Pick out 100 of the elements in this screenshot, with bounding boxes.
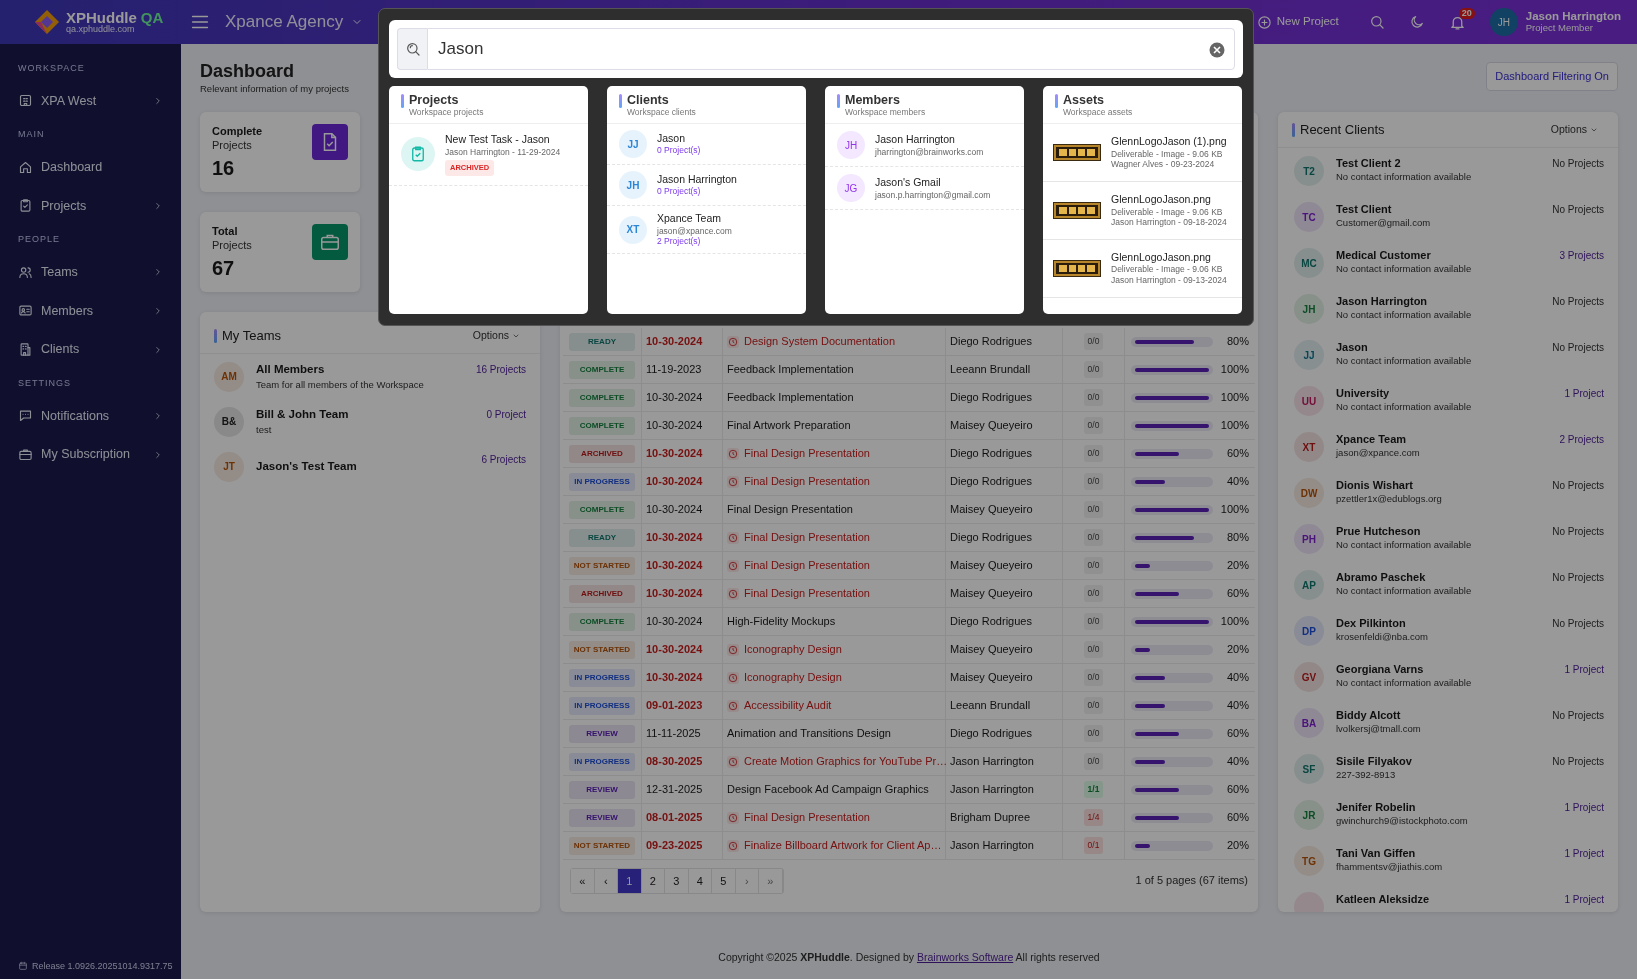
- client-name[interactable]: Katleen Aleksidze: [1336, 892, 1430, 907]
- due-date: 08-01-2025: [646, 810, 703, 826]
- task-title[interactable]: Final Artwork Preparation: [727, 417, 851, 434]
- title-accent: [214, 328, 217, 343]
- team-name[interactable]: Bill & John Team: [256, 405, 349, 423]
- result-item[interactable]: GlennLogoJason.png Deliverable - Image - 9.06 KB Jason Harrington - 09-13-2024: [1043, 239, 1242, 298]
- client-name[interactable]: Jason: [1336, 340, 1472, 355]
- sidebar-item[interactable]: Clients: [0, 330, 181, 369]
- page-button[interactable]: 1: [618, 869, 642, 893]
- result-item[interactable]: GlennLogoJason (1).png Deliverable - Image - 9.06 KB Wagner Alves - 09-23-2024: [1043, 124, 1242, 182]
- due-date: 10-30-2024: [646, 474, 703, 490]
- client-contact: pzettler1x@edublogs.org: [1336, 492, 1442, 507]
- client-name[interactable]: Tani Van Giffen: [1336, 846, 1443, 861]
- task-count: 0/0: [1083, 725, 1104, 742]
- brand-name: XPHuddle: [66, 9, 137, 25]
- clock-icon: [727, 559, 739, 572]
- task-title[interactable]: Final Design Presentation: [744, 585, 870, 602]
- client-name[interactable]: Prue Hutcheson: [1336, 524, 1472, 539]
- assignee: Maisey Queyeiro: [950, 502, 1033, 518]
- client-name[interactable]: Xpance Team: [1336, 432, 1420, 447]
- clear-icon[interactable]: [1209, 42, 1225, 58]
- client-name[interactable]: Test Client: [1336, 202, 1431, 217]
- client-name[interactable]: Abramo Paschek: [1336, 570, 1472, 585]
- client-name[interactable]: Jenifer Robelin: [1336, 800, 1468, 815]
- user-avatar[interactable]: JH: [1489, 8, 1518, 36]
- task-count: 0/0: [1083, 501, 1104, 518]
- title-accent: [619, 94, 622, 108]
- result-title: New Test Task - Jason: [445, 133, 551, 147]
- page-button[interactable]: «: [571, 869, 595, 893]
- client-name[interactable]: University: [1336, 386, 1472, 401]
- assignee: Diego Rodrigues: [950, 726, 1032, 742]
- result-projects: 0 Project(s): [657, 145, 701, 157]
- team-name[interactable]: Jason's Test Team: [256, 457, 357, 476]
- sidebar-item[interactable]: Dashboard: [0, 147, 181, 187]
- task-title[interactable]: Finalize Billboard Artwork for Client Ap…: [744, 837, 942, 854]
- footer-link[interactable]: Brainworks Software: [916, 951, 1014, 963]
- client-name[interactable]: Dex Pilkinton: [1336, 616, 1429, 631]
- sidebar-item[interactable]: Notifications: [0, 396, 181, 436]
- task-title[interactable]: Feedback Implementation: [727, 361, 854, 378]
- client-name[interactable]: Sisile Filyakov: [1336, 754, 1412, 769]
- result-item[interactable]: GlennLogoJason.png Deliverable - Image - 9.06 KB Jason Harrington - 09-18-2024: [1043, 181, 1242, 240]
- search-field[interactable]: Jason: [427, 28, 1235, 70]
- sidebar-item[interactable]: XPA West: [0, 81, 181, 121]
- card-title: Recent Clients: [1300, 120, 1385, 139]
- assignee: Leeann Brundall: [950, 698, 1031, 714]
- result-owner: Wagner Alves - 09-23-2024: [1111, 159, 1216, 170]
- task-title[interactable]: High-Fidelity Mockups: [727, 613, 836, 630]
- client-name[interactable]: Dionis Wishart: [1336, 478, 1442, 493]
- client-name[interactable]: Test Client 2: [1336, 156, 1472, 171]
- progress-percent: 60%: [1225, 446, 1249, 462]
- task-title[interactable]: Final Design Presentation: [744, 809, 870, 826]
- options-dropdown[interactable]: Options: [466, 326, 526, 345]
- client-projects: 1 Project: [1564, 801, 1604, 815]
- client-name[interactable]: Biddy Alcott: [1336, 708, 1421, 723]
- due-date: 09-01-2023: [646, 698, 703, 714]
- client-name[interactable]: Georgiana Varns: [1336, 662, 1472, 677]
- task-title[interactable]: Final Design Presentation: [744, 529, 870, 546]
- client-contact: 227-392-8913: [1336, 768, 1397, 783]
- sidebar-item[interactable]: My Subscription: [0, 435, 181, 474]
- result-item[interactable]: JH Jason Harrington jharrington@brainworks.com: [825, 124, 1024, 167]
- sidebar-item[interactable]: Members: [0, 291, 181, 331]
- clock-icon: [727, 475, 739, 488]
- result-item[interactable]: XT Xpance Team jason@xpance.com 2 Project(s): [607, 206, 806, 255]
- task-title[interactable]: Feedback Implementation: [727, 389, 854, 406]
- client-projects: 3 Projects: [1559, 249, 1604, 263]
- assignee: Leeann Brundall: [950, 362, 1031, 378]
- search-icon[interactable]: [1368, 14, 1385, 30]
- task-title[interactable]: Final Design Presentation: [727, 501, 853, 518]
- stat-label: Complete: [212, 124, 263, 139]
- task-count: 0/0: [1083, 333, 1104, 350]
- sidebar-item[interactable]: Projects: [0, 186, 181, 226]
- task-title[interactable]: Create Motion Graphics for YouTube Pr…: [744, 753, 948, 770]
- new-project-button[interactable]: New Project: [1250, 12, 1345, 32]
- result-item[interactable]: JH Jason Harrington 0 Project(s): [607, 165, 806, 206]
- result-item[interactable]: JJ Jason 0 Project(s): [607, 124, 806, 165]
- task-title[interactable]: Final Design Presentation: [744, 445, 870, 462]
- task-title[interactable]: Final Design Presentation: [744, 473, 870, 490]
- result-projects: 2 Project(s): [657, 236, 702, 248]
- client-projects: No Projects: [1552, 341, 1604, 355]
- client-projects: No Projects: [1552, 203, 1604, 217]
- client-name[interactable]: Jason Harrington: [1336, 294, 1472, 309]
- assignee: Diego Rodrigues: [950, 614, 1032, 630]
- task-title[interactable]: Iconography Design: [744, 641, 842, 658]
- task-title[interactable]: Design System Documentation: [744, 333, 895, 350]
- task-title[interactable]: Iconography Design: [744, 669, 842, 686]
- client-contact: fhammentsv@jiathis.com: [1336, 860, 1443, 875]
- options-dropdown[interactable]: Options: [1544, 120, 1604, 139]
- task-title[interactable]: Animation and Transitions Design: [727, 725, 891, 742]
- client-name[interactable]: Medical Customer: [1336, 248, 1472, 263]
- task-title[interactable]: Final Design Presentation: [744, 557, 870, 574]
- sidebar-item[interactable]: Teams: [0, 252, 181, 292]
- workspace-dropdown[interactable]: Xpance Agency: [219, 8, 370, 36]
- page-subtitle: Relevant information of my projects: [200, 81, 349, 96]
- filter-button[interactable]: Dashboard Filtering On: [1486, 62, 1618, 91]
- task-title[interactable]: Accessibility Audit: [744, 697, 832, 714]
- result-item[interactable]: JG Jason's Gmail jason.p.harrington@gmail.com: [825, 167, 1024, 210]
- task-title[interactable]: Design Facebook Ad Campaign Graphics: [727, 781, 929, 798]
- moon-icon[interactable]: [1408, 14, 1425, 30]
- team-name[interactable]: All Members: [256, 360, 424, 378]
- client-projects: 1 Project: [1564, 847, 1604, 861]
